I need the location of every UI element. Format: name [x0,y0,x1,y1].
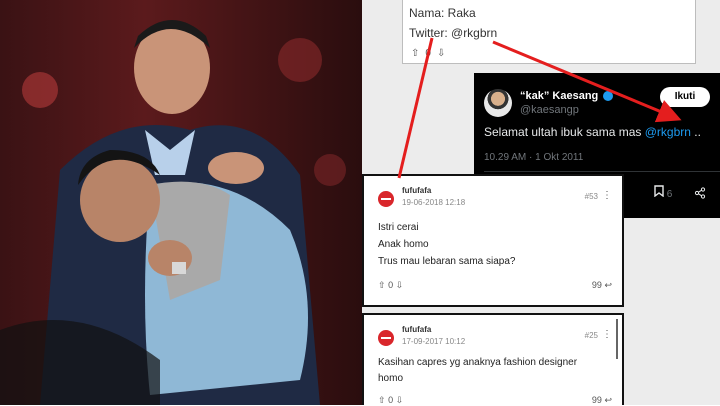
annotation-line [397,37,434,179]
annotation-arrow [492,40,682,123]
annotation-arrows [397,37,682,179]
